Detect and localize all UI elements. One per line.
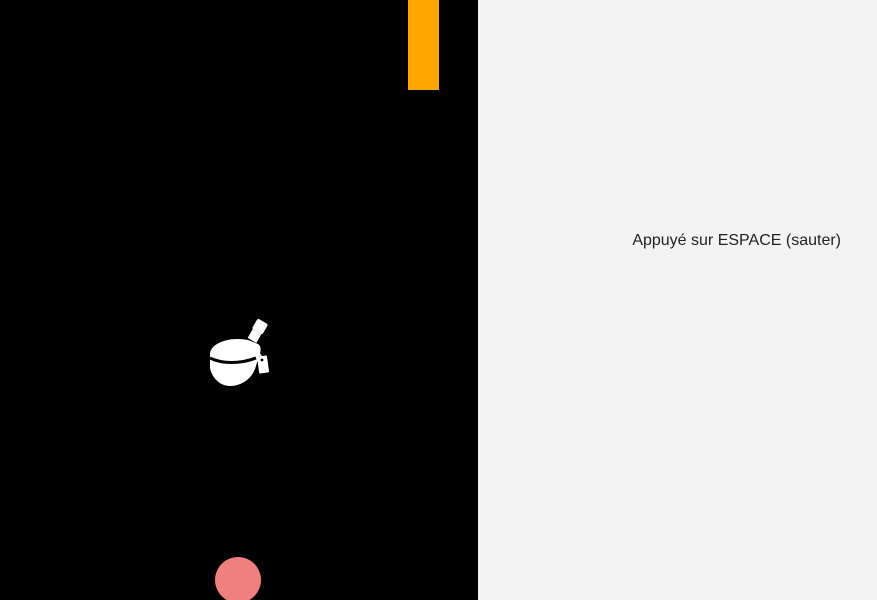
obstacle-bar — [408, 0, 439, 90]
side-panel — [478, 0, 877, 600]
game-canvas[interactable] — [0, 0, 478, 600]
game-app: Appuyé sur ESPACE (sauter) — [0, 0, 877, 600]
jump-instruction-text: Appuyé sur ESPACE (sauter) — [632, 232, 841, 249]
player-ball — [215, 557, 261, 600]
potion-bottle-icon — [209, 319, 270, 386]
